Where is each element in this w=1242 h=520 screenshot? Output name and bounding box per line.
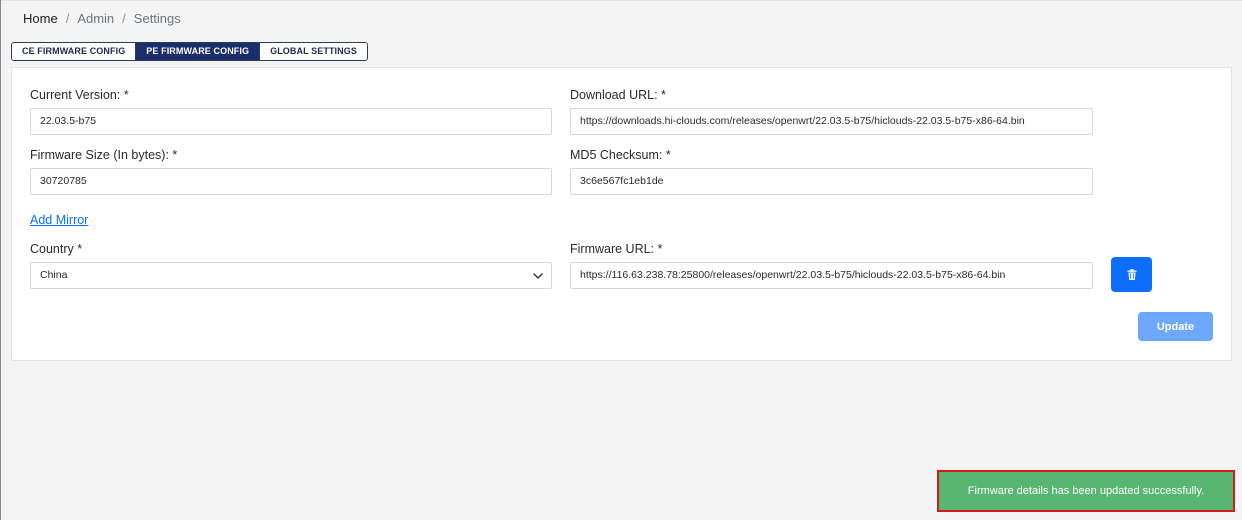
tab-ce-firmware-config[interactable]: CE FIRMWARE CONFIG xyxy=(12,43,137,60)
download-url-input[interactable]: https://downloads.hi-clouds.com/releases… xyxy=(570,108,1093,135)
download-url-label: Download URL: * xyxy=(570,88,666,102)
md5-checksum-input[interactable]: 3c6e567fc1eb1de xyxy=(570,168,1093,195)
toast-message: Firmware details has been updated succes… xyxy=(967,485,1205,497)
country-select-value: China xyxy=(40,269,68,281)
firmware-size-input[interactable]: 30720785 xyxy=(30,168,552,195)
firmware-size-label: Firmware Size (In bytes): * xyxy=(30,148,178,162)
breadcrumb-admin[interactable]: Admin xyxy=(77,11,114,26)
md5-checksum-label: MD5 Checksum: * xyxy=(570,148,671,162)
tab-pe-firmware-config[interactable]: PE FIRMWARE CONFIG xyxy=(136,43,261,60)
country-label: Country * xyxy=(30,242,83,256)
firmware-url-label: Firmware URL: * xyxy=(570,242,663,256)
current-version-label: Current Version: * xyxy=(30,88,129,102)
settings-tabs: CE FIRMWARE CONFIG PE FIRMWARE CONFIG GL… xyxy=(11,42,368,61)
trash-icon xyxy=(1127,269,1136,280)
breadcrumb: Home / Admin / Settings xyxy=(23,11,181,26)
window-top-edge xyxy=(1,0,1242,1)
success-toast[interactable]: Firmware details has been updated succes… xyxy=(937,470,1235,512)
tab-global-settings[interactable]: GLOBAL SETTINGS xyxy=(260,43,367,60)
firmware-url-input[interactable]: https://116.63.238.78:25800/releases/ope… xyxy=(570,262,1093,289)
update-button[interactable]: Update xyxy=(1138,312,1213,341)
country-select[interactable]: China xyxy=(30,262,552,289)
chevron-down-icon xyxy=(533,273,543,279)
add-mirror-link[interactable]: Add Mirror xyxy=(30,213,88,227)
breadcrumb-separator: / xyxy=(65,11,70,26)
breadcrumb-settings: Settings xyxy=(133,11,181,26)
breadcrumb-home[interactable]: Home xyxy=(23,11,58,26)
breadcrumb-separator: / xyxy=(122,11,126,26)
current-version-input[interactable]: 22.03.5-b75 xyxy=(30,108,552,135)
delete-mirror-button[interactable] xyxy=(1111,257,1152,292)
firmware-config-card: Current Version: * 22.03.5-b75 Download … xyxy=(11,67,1232,361)
